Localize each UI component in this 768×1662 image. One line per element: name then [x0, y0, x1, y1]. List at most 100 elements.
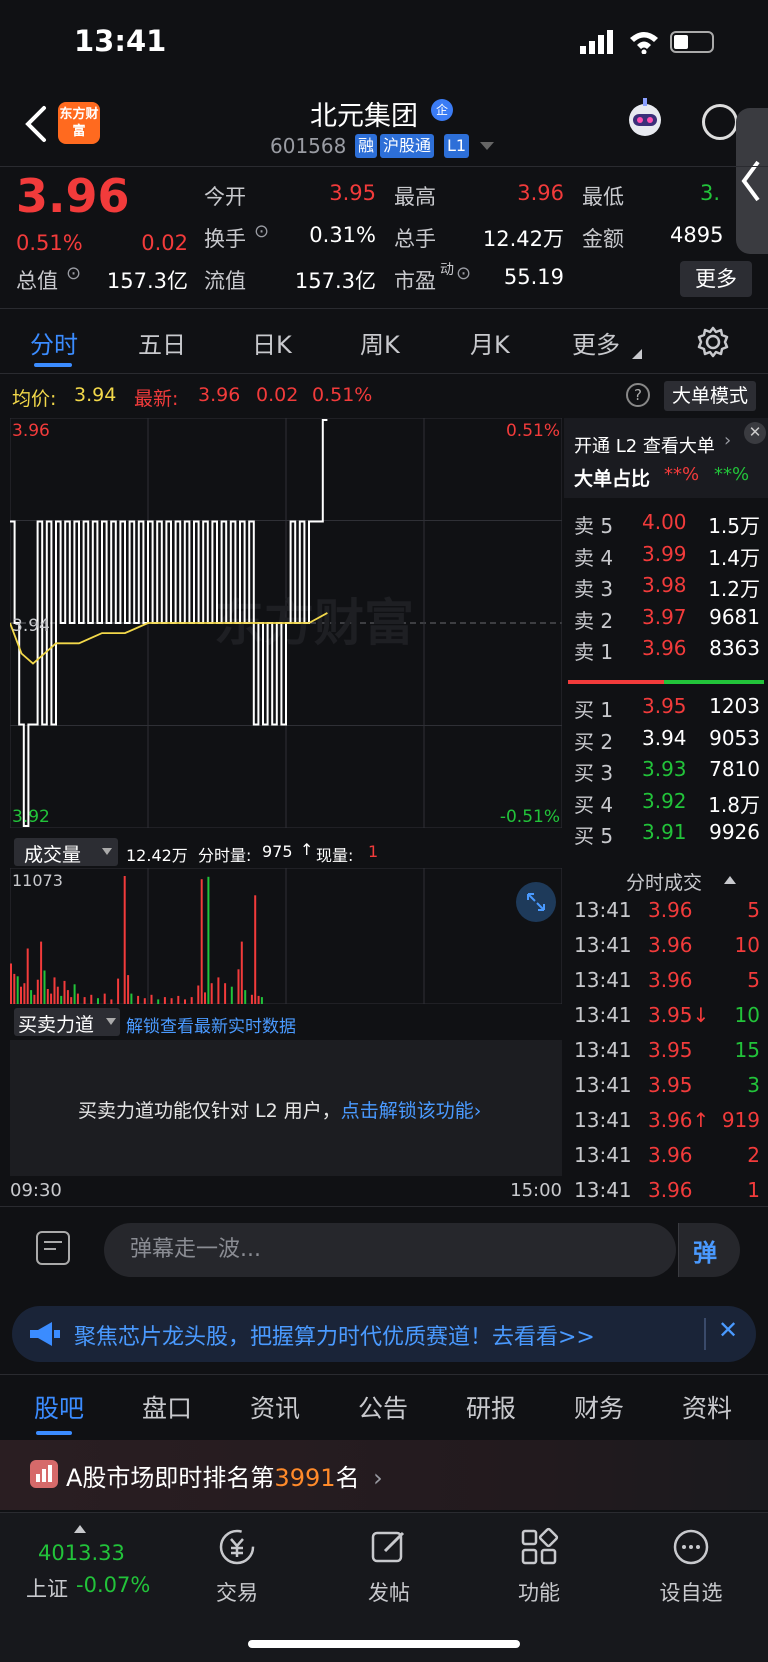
nav-trade[interactable]: 交易 — [182, 1527, 292, 1607]
period-tabs: 分时 五日 日K 周K 月K 更多 — [0, 308, 768, 374]
close-icon[interactable]: ✕ — [718, 1316, 738, 1344]
tab-weekly-k[interactable]: 周K — [360, 325, 400, 360]
index-ticker[interactable]: 4013.33 上证 -0.07% — [0, 1519, 170, 1619]
force-selector[interactable]: 买卖力道 — [14, 1008, 120, 1036]
volume-bar — [184, 999, 186, 1004]
bid-row[interactable]: 买 3 3.93 7810 — [574, 755, 760, 787]
bid-label: 买 3 — [574, 761, 614, 785]
dropdown-icon[interactable] — [480, 142, 494, 152]
trade-time: 13:41 — [574, 1038, 632, 1062]
volume-bar — [237, 969, 240, 1004]
volume-now-label: 现量: — [316, 846, 354, 865]
tab-guba[interactable]: 股吧 — [34, 1389, 84, 1425]
volume-bar — [56, 986, 59, 1004]
expand-chart-icon[interactable] — [516, 882, 556, 922]
force-unlock-link[interactable]: 点击解锁该功能 — [341, 1100, 474, 1122]
unlock-link[interactable]: 解锁查看最新实时数据 — [126, 1012, 296, 1037]
info-icon[interactable]: ⊙ — [254, 221, 269, 242]
ask-row[interactable]: 卖 3 3.98 1.2万 — [574, 571, 760, 603]
l2-link[interactable]: 开通 L2 查看大单 — [574, 432, 715, 458]
tab-more[interactable]: 更多 — [572, 325, 620, 360]
rank-chart-icon — [30, 1460, 58, 1488]
tab-intraday[interactable]: 分时 — [30, 325, 78, 360]
trade-row: 13:41 3.95 3 — [574, 1071, 760, 1103]
connect-tag: 沪股通 — [380, 134, 435, 158]
trades-title[interactable]: 分时成交 — [626, 868, 702, 895]
ad-banner[interactable]: 聚焦芯片龙头股，把握算力时代优质赛道！去看看>> ✕ — [12, 1306, 756, 1362]
enterprise-badge: 企 — [431, 99, 453, 121]
ask-row[interactable]: 卖 1 3.96 8363 — [574, 634, 760, 666]
trade-price: 3.96 — [648, 933, 693, 957]
volume-bar — [50, 993, 53, 1004]
volume-bar — [76, 993, 79, 1004]
info-icon[interactable]: ⊙ — [456, 263, 471, 284]
tab-pankou[interactable]: 盘口 — [142, 1389, 192, 1425]
trade-volume: 1 — [747, 1178, 760, 1202]
close-icon[interactable]: ✕ — [744, 422, 766, 444]
pe-sup: 动 — [440, 262, 454, 278]
bid-volume: 9926 — [709, 820, 760, 844]
tab-research[interactable]: 研报 — [466, 1389, 516, 1425]
stock-name[interactable]: 北元集团 — [310, 94, 418, 133]
volume-bar — [240, 941, 243, 1004]
robot-assistant-icon[interactable] — [620, 96, 670, 146]
volume-bar — [150, 994, 153, 1004]
volume-value: 12.42万 — [482, 227, 564, 251]
market-rank-row[interactable]: A股市场即时排名第3991名 › — [0, 1440, 768, 1510]
trade-volume: 919 — [721, 1108, 760, 1132]
volume-selector[interactable]: 成交量 — [14, 838, 118, 866]
rank-suffix: 名 — [335, 1464, 360, 1492]
trade-row: 13:41 3.96 5 — [574, 966, 760, 998]
tab-finance[interactable]: 财务 — [574, 1389, 624, 1425]
volume-bar — [23, 983, 26, 1004]
trade-time: 13:41 — [574, 968, 632, 992]
danmaku-send-button[interactable]: 弹 — [678, 1223, 740, 1277]
volume-min: 975 — [262, 842, 293, 861]
volume-bar — [127, 975, 130, 1004]
tab-monthly-k[interactable]: 月K — [470, 325, 510, 360]
mktcap-value: 157.3亿 — [106, 269, 188, 293]
bottom-pct-label: -0.51% — [500, 807, 560, 827]
volume-bar — [36, 979, 39, 1004]
nav-post[interactable]: 发帖 — [334, 1527, 444, 1607]
danmaku-input[interactable]: 弹幕走一波... — [104, 1223, 676, 1277]
search-icon[interactable] — [702, 104, 738, 140]
trade-row: 13:41 3.96 1 — [574, 1176, 760, 1208]
up-arrow-icon: ↑ — [300, 840, 314, 859]
more-button[interactable]: 更多 — [680, 261, 752, 297]
bid-row[interactable]: 买 4 3.92 1.8万 — [574, 787, 760, 819]
help-icon[interactable]: ? — [626, 383, 650, 407]
volume-bar — [143, 998, 146, 1004]
volume-bar — [83, 997, 86, 1004]
ask-row[interactable]: 卖 2 3.97 9681 — [574, 603, 760, 635]
tab-daily-k[interactable]: 日K — [252, 325, 292, 360]
back-icon[interactable] — [20, 104, 54, 144]
nav-functions[interactable]: 功能 — [484, 1527, 594, 1607]
info-icon[interactable]: ⊙ — [66, 263, 81, 284]
tab-announcements[interactable]: 公告 — [358, 1389, 408, 1425]
bid-ratio-bar — [664, 680, 764, 684]
avg-value: 3.94 — [74, 384, 117, 406]
bid-row[interactable]: 买 1 3.95 1203 — [574, 692, 760, 724]
nav-watchlist[interactable]: 设自选 — [636, 1527, 746, 1607]
tab-profile[interactable]: 资料 — [682, 1389, 732, 1425]
order-book-panel: 开通 L2 查看大单 › ✕ 大单占比 **% **% 卖 5 4.00 1.5万卖… — [564, 418, 768, 1206]
bid-row[interactable]: 买 2 3.94 9053 — [574, 724, 760, 756]
bid-label: 买 4 — [574, 792, 614, 817]
l2-promo[interactable]: 开通 L2 查看大单 › ✕ 大单占比 **% **% — [564, 418, 768, 498]
ask-label: 卖 3 — [574, 577, 614, 601]
tab-news[interactable]: 资讯 — [250, 1389, 300, 1425]
ask-price: 3.96 — [642, 636, 687, 660]
volume-bar — [177, 995, 180, 1004]
intraday-price-chart[interactable]: 东方财富 3.96 3.94 3.92 0.51% -0.51% — [10, 418, 562, 828]
danmaku-toggle-icon[interactable] — [36, 1231, 70, 1265]
trade-volume: 5 — [747, 898, 760, 922]
bid-row[interactable]: 买 5 3.91 9926 — [574, 818, 760, 850]
ask-row[interactable]: 卖 5 4.00 1.5万 — [574, 508, 760, 540]
big-order-mode-button[interactable]: 大单模式 — [664, 381, 756, 411]
ask-row[interactable]: 卖 4 3.99 1.4万 — [574, 540, 760, 572]
megaphone-icon — [30, 1322, 60, 1346]
settings-gear-icon[interactable] — [696, 325, 730, 359]
volume-bar — [16, 976, 19, 1004]
tab-five-day[interactable]: 五日 — [138, 325, 186, 360]
